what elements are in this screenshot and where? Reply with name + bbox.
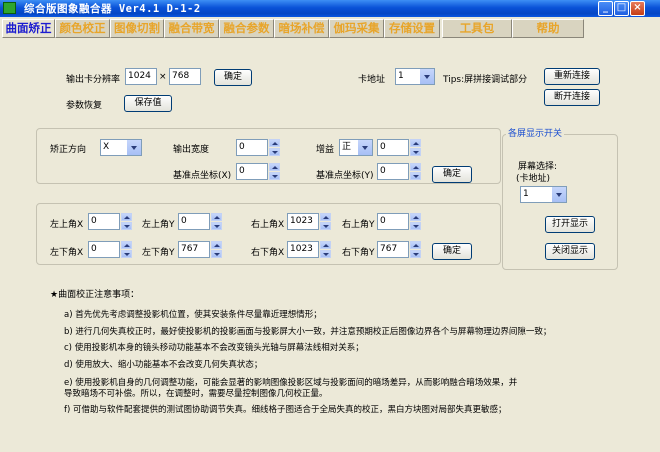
screen-select-sublabel: (卡地址) — [516, 174, 551, 184]
tab-storage-settings[interactable]: 存储设置 — [384, 19, 440, 38]
output-width-input[interactable]: 0 — [236, 139, 268, 156]
lt-x-spinner[interactable] — [121, 213, 132, 230]
rb-y-input[interactable]: 767 — [377, 241, 409, 258]
base-x-input[interactable]: 0 — [236, 163, 268, 180]
close-display-button[interactable]: 关闭显示 — [545, 243, 595, 260]
card-address-label: 卡地址 — [358, 75, 386, 85]
lb-y-input[interactable]: 767 — [178, 241, 210, 258]
direction-select[interactable]: X — [100, 139, 142, 156]
notes-heading: ★曲面校正注意事项： — [50, 290, 140, 300]
rb-x-input[interactable]: 1023 — [287, 241, 319, 258]
rt-x-spinner[interactable] — [320, 213, 331, 230]
tab-gamma-capture[interactable]: 伽玛采集 — [329, 19, 384, 38]
rb-y-spinner[interactable] — [410, 241, 421, 258]
note-line: b) 进行几何失真校正时，最好使投影机的投影画面与投影屏大小一致，并注意预期校正… — [64, 327, 552, 337]
corners-confirm-button[interactable]: 确定 — [432, 243, 472, 260]
output-width-label: 输出宽度 — [173, 145, 210, 155]
rb-x-spinner[interactable] — [320, 241, 331, 258]
resolution-width-input[interactable]: 1024 — [125, 68, 157, 85]
disconnect-button[interactable]: 断开连接 — [544, 89, 600, 106]
rt-x-input[interactable]: 1023 — [287, 213, 319, 230]
screen-select-value: 1 — [523, 189, 529, 199]
direction-value: X — [103, 142, 110, 152]
base-y-input[interactable]: 0 — [377, 163, 409, 180]
tab-curve-correction[interactable]: 曲面矫正 — [2, 19, 55, 38]
title-bar[interactable]: 综合版图象融合器 Ver4.1 D-1-2 _ □ × — [0, 0, 660, 17]
note-line: a) 首先优先考虑调整投影机位置，使其安装条件尽量靠近理想情形； — [64, 310, 322, 320]
rb-y-label: 右下角Y — [342, 248, 375, 258]
minimize-button[interactable]: _ — [598, 1, 613, 16]
resolution-confirm-button[interactable]: 确定 — [214, 69, 252, 86]
tips-text: Tips:屏拼接调试部分 — [443, 75, 528, 85]
note-line: d) 使用放大、缩小功能基本不会改变几何失真状态； — [64, 360, 263, 370]
direction-label: 矫正方向 — [50, 145, 87, 155]
params-restore-label: 参数恢复 — [66, 101, 103, 111]
tab-dark-compensation[interactable]: 暗场补偿 — [274, 19, 329, 38]
lb-y-spinner[interactable] — [211, 241, 222, 258]
card-address-select[interactable]: 1 — [395, 68, 435, 85]
note-line: c) 使用投影机本身的镜头移动功能基本不会改变镜头光轴与屏幕法线相对关系； — [64, 343, 364, 353]
rt-y-spinner[interactable] — [410, 213, 421, 230]
maximize-button[interactable]: □ — [614, 1, 629, 16]
gain-sign-value: 正 — [342, 142, 352, 152]
base-y-label: 基准点坐标(Y) — [316, 171, 374, 181]
lb-x-label: 左下角X — [50, 248, 84, 258]
rb-x-label: 右下角X — [251, 248, 285, 258]
rt-y-label: 右上角Y — [342, 220, 375, 230]
tab-bar: 曲面矫正 颜色校正 图像切割 融合带宽 融合参数 暗场补偿 伽玛采集 存储设置 … — [0, 17, 660, 40]
close-button[interactable]: × — [630, 1, 645, 16]
chevron-down-icon[interactable] — [551, 187, 566, 202]
base-x-label: 基准点坐标(X) — [173, 171, 232, 181]
note-line: 导致暗场不可补偿。所以，在调整时，需要尽量控制图像几何校正量。 — [64, 389, 328, 399]
app-icon — [3, 2, 16, 14]
tab-help[interactable]: 帮助 — [512, 19, 584, 38]
screen-display-title: 各屏显示开关 — [506, 126, 565, 139]
times-sign: × — [159, 72, 167, 82]
lt-y-input[interactable]: 0 — [178, 213, 210, 230]
note-line: f) 可借助与软件配套提供的测试图协助调节失真。细线格子图适合于全局失真的校正，… — [64, 405, 507, 415]
content-area: 输出卡分辨率 1024 × 768 确定 参数恢复 保存值 卡地址 1 Tips… — [28, 42, 633, 452]
lb-x-input[interactable]: 0 — [88, 241, 120, 258]
rt-x-label: 右上角X — [251, 220, 285, 230]
resolution-height-input[interactable]: 768 — [169, 68, 201, 85]
window-title: 综合版图象融合器 Ver4.1 D-1-2 — [24, 3, 201, 15]
lt-x-input[interactable]: 0 — [88, 213, 120, 230]
gain-sign-select[interactable]: 正 — [339, 139, 373, 156]
gain-spinner[interactable] — [410, 139, 421, 156]
output-width-spinner[interactable] — [269, 139, 280, 156]
screen-select[interactable]: 1 — [520, 186, 567, 203]
lt-y-label: 左上角Y — [142, 220, 175, 230]
tab-color-correction[interactable]: 颜色校正 — [55, 19, 110, 38]
chevron-down-icon[interactable] — [357, 140, 372, 155]
correction-confirm-button[interactable]: 确定 — [432, 166, 472, 183]
tab-blend-params[interactable]: 融合参数 — [219, 19, 274, 38]
card-address-value: 1 — [398, 71, 404, 81]
tab-blend-width[interactable]: 融合带宽 — [164, 19, 219, 38]
gain-label: 增益 — [316, 145, 335, 155]
open-display-button[interactable]: 打开显示 — [545, 216, 595, 233]
base-y-spinner[interactable] — [410, 163, 421, 180]
lb-y-label: 左下角Y — [142, 248, 175, 258]
app-window: 综合版图象融合器 Ver4.1 D-1-2 _ □ × 曲面矫正 颜色校正 图像… — [0, 0, 660, 452]
lb-x-spinner[interactable] — [121, 241, 132, 258]
reconnect-button[interactable]: 重新连接 — [544, 68, 600, 85]
gain-input[interactable]: 0 — [377, 139, 409, 156]
chevron-down-icon[interactable] — [126, 140, 141, 155]
tab-toolkit[interactable]: 工具包 — [442, 19, 512, 38]
lt-x-label: 左上角X — [50, 220, 84, 230]
lt-y-spinner[interactable] — [211, 213, 222, 230]
chevron-down-icon[interactable] — [419, 69, 434, 84]
save-values-button[interactable]: 保存值 — [124, 95, 172, 112]
rt-y-input[interactable]: 0 — [377, 213, 409, 230]
base-x-spinner[interactable] — [269, 163, 280, 180]
resolution-label: 输出卡分辨率 — [66, 75, 121, 85]
tab-image-cut[interactable]: 图像切割 — [110, 19, 164, 38]
